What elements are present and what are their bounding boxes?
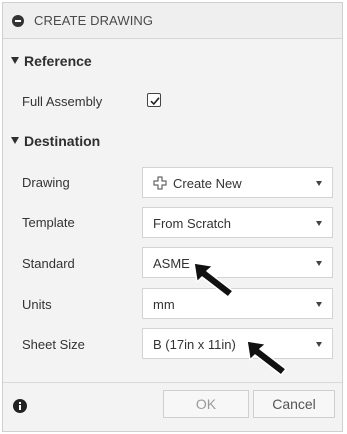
sheet-size-select[interactable]: B (17in x 11in) (142, 328, 333, 359)
cancel-button[interactable]: Cancel (253, 390, 335, 418)
standard-value: ASME (153, 256, 190, 271)
reference-heading: Reference (24, 53, 92, 69)
dialog-titlebar[interactable]: CREATE DRAWING (3, 3, 342, 39)
units-label: Units (22, 297, 52, 312)
destination-heading: Destination (24, 133, 101, 149)
destination-section-header[interactable]: Destination (11, 133, 100, 149)
template-value: From Scratch (153, 216, 232, 231)
full-assembly-checkbox[interactable] (147, 93, 161, 107)
drawing-label: Drawing (22, 175, 70, 190)
chevron-down-icon (316, 221, 322, 226)
chevron-down-icon (316, 302, 322, 307)
chevron-down-icon (316, 181, 322, 186)
checkbox-check-icon (150, 97, 160, 106)
reference-section-header[interactable]: Reference (11, 53, 92, 69)
dialog-footer: OK Cancel (3, 382, 342, 431)
drawing-select[interactable]: Create New (142, 167, 333, 198)
standard-label: Standard (22, 256, 75, 271)
triangle-down-icon (11, 137, 19, 144)
full-assembly-label: Full Assembly (22, 94, 103, 109)
pointer-arrow-icon (246, 340, 287, 376)
chevron-down-icon (316, 342, 322, 347)
template-select[interactable]: From Scratch (142, 207, 333, 238)
triangle-down-icon (11, 57, 19, 64)
sheet-size-label: Sheet Size (22, 337, 85, 352)
create-new-icon (153, 176, 167, 190)
pointer-arrow-icon (193, 262, 234, 298)
units-value: mm (153, 297, 175, 312)
chevron-down-icon (316, 261, 322, 266)
minus-circle-icon[interactable] (12, 15, 24, 27)
sheet-size-value: B (17in x 11in) (153, 337, 236, 352)
drawing-value: Create New (173, 176, 242, 191)
template-label: Template (22, 215, 75, 230)
ok-button[interactable]: OK (163, 390, 249, 418)
dialog-title: CREATE DRAWING (34, 13, 154, 28)
info-icon[interactable] (13, 399, 27, 413)
